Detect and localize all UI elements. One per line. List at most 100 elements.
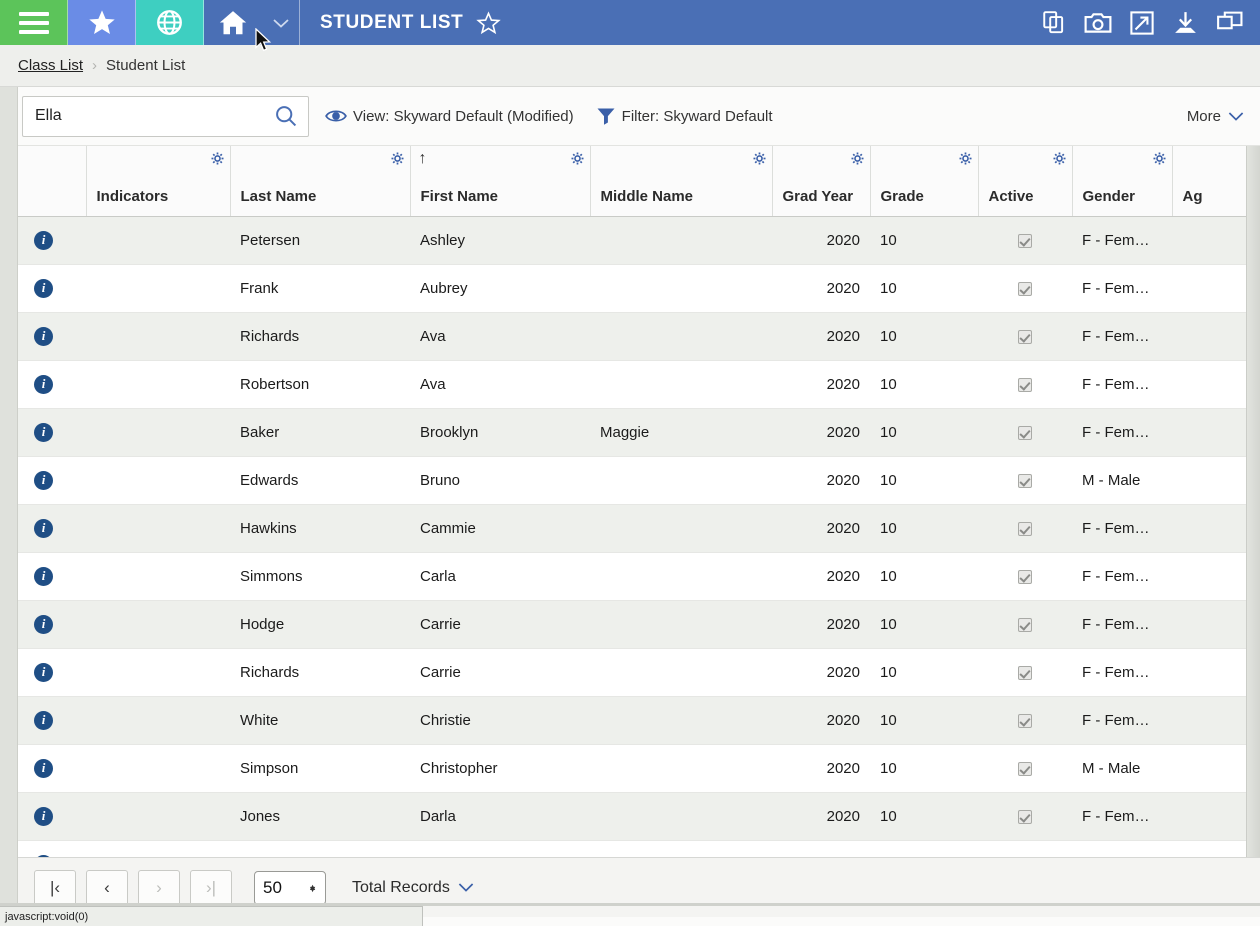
- favorite-star-icon[interactable]: [476, 10, 502, 35]
- active-checkbox[interactable]: [1018, 233, 1032, 248]
- row-info-icon[interactable]: i: [34, 854, 53, 857]
- table-row[interactable]: iSimmonsCarla202010F - Fem…1: [18, 552, 1260, 601]
- column-settings-icon[interactable]: [1152, 152, 1166, 165]
- cell-info[interactable]: i: [18, 408, 86, 457]
- column-header-gradyear[interactable]: Grad Year: [772, 146, 871, 217]
- column-settings-icon[interactable]: [752, 152, 766, 165]
- column-settings-icon[interactable]: [390, 152, 404, 165]
- vertical-scrollbar[interactable]: [1246, 146, 1260, 857]
- duplicate-icon[interactable]: [1041, 10, 1067, 36]
- first-page-button[interactable]: |‹: [34, 869, 76, 906]
- active-checkbox[interactable]: [1018, 377, 1032, 392]
- cell-info[interactable]: i: [18, 792, 86, 841]
- cell-info[interactable]: i: [18, 264, 86, 313]
- previous-page-button[interactable]: ‹: [86, 869, 128, 906]
- active-checkbox[interactable]: [1018, 569, 1032, 584]
- row-info-icon[interactable]: i: [34, 758, 53, 778]
- table-row[interactable]: iSimpsonChristopher202010M - Male1: [18, 744, 1260, 793]
- cell-info[interactable]: i: [18, 552, 86, 601]
- row-info-icon[interactable]: i: [34, 230, 53, 250]
- search-icon[interactable]: [274, 104, 298, 128]
- collapse-icon[interactable]: [1129, 10, 1155, 36]
- page-size-stepper[interactable]: 50 ▲ ▼: [254, 870, 326, 905]
- cell-info[interactable]: i: [18, 840, 86, 857]
- cell-info[interactable]: i: [18, 696, 86, 745]
- home-button[interactable]: [204, 0, 262, 45]
- next-page-button[interactable]: ›: [138, 869, 180, 906]
- table-row[interactable]: iPetersenAshley202010F - Fem…1: [18, 216, 1260, 265]
- total-records-button[interactable]: Total Records: [352, 879, 474, 897]
- cell-info[interactable]: i: [18, 648, 86, 697]
- district-button[interactable]: [136, 0, 204, 45]
- download-icon[interactable]: [1172, 10, 1199, 35]
- cell-info[interactable]: i: [18, 216, 86, 265]
- column-header-first[interactable]: ↑ First Name: [410, 146, 591, 217]
- column-settings-icon[interactable]: [1052, 152, 1066, 165]
- row-info-icon[interactable]: i: [34, 518, 53, 538]
- active-checkbox[interactable]: [1018, 665, 1032, 680]
- last-page-button[interactable]: ›|: [190, 869, 232, 906]
- cell-info[interactable]: i: [18, 456, 86, 505]
- column-header-last[interactable]: Last Name: [230, 146, 411, 217]
- favorites-button[interactable]: [68, 0, 136, 45]
- student-table-container[interactable]: Indicators Last Name ↑ First Name Middle Nam…: [18, 146, 1260, 857]
- menu-button[interactable]: [0, 0, 68, 45]
- row-info-icon[interactable]: i: [34, 710, 53, 730]
- row-info-icon[interactable]: i: [34, 326, 53, 346]
- active-checkbox[interactable]: [1018, 281, 1032, 296]
- cell-info[interactable]: i: [18, 504, 86, 553]
- breadcrumb-class-list[interactable]: Class List: [18, 57, 83, 74]
- active-checkbox[interactable]: [1018, 761, 1032, 776]
- active-checkbox[interactable]: [1018, 425, 1032, 440]
- filter-selector[interactable]: Filter: Skyward Default: [596, 106, 773, 126]
- view-selector[interactable]: View: Skyward Default (Modified): [325, 107, 574, 125]
- home-dropdown-button[interactable]: [262, 0, 300, 45]
- table-row[interactable]: iJonesDarla202010F - Fem…1: [18, 792, 1260, 841]
- table-row[interactable]: iHodgeCarrie202010F - Fem…1: [18, 600, 1260, 649]
- table-row[interactable]: iWhiteDarryl202010F - Fem1: [18, 840, 1260, 857]
- stepper-arrows[interactable]: ▲ ▼: [308, 882, 317, 893]
- column-header-info[interactable]: [18, 146, 87, 217]
- column-header-active[interactable]: Active: [978, 146, 1073, 217]
- column-settings-icon[interactable]: [958, 152, 972, 165]
- column-header-ind[interactable]: Indicators: [86, 146, 231, 217]
- column-settings-icon[interactable]: [570, 152, 584, 165]
- more-menu-button[interactable]: More: [1187, 108, 1244, 125]
- column-header-middle[interactable]: Middle Name: [590, 146, 773, 217]
- row-info-icon[interactable]: i: [34, 374, 53, 394]
- column-header-grade[interactable]: Grade: [870, 146, 979, 217]
- windows-icon[interactable]: [1216, 10, 1244, 35]
- table-row[interactable]: iWhiteChristie202010F - Fem…1: [18, 696, 1260, 745]
- column-header-gender[interactable]: Gender: [1072, 146, 1173, 217]
- table-row[interactable]: iBakerBrooklynMaggie202010F - Fem…1: [18, 408, 1260, 457]
- table-row[interactable]: iRichardsCarrie202010F - Fem…1: [18, 648, 1260, 697]
- table-row[interactable]: iRichardsAva202010F - Fem…1: [18, 312, 1260, 361]
- row-info-icon[interactable]: i: [34, 422, 53, 442]
- active-checkbox[interactable]: [1018, 521, 1032, 536]
- table-row[interactable]: iEdwardsBruno202010M - Male1: [18, 456, 1260, 505]
- row-info-icon[interactable]: i: [34, 806, 53, 826]
- row-info-icon[interactable]: i: [34, 470, 53, 490]
- row-info-icon[interactable]: i: [34, 278, 53, 298]
- cell-info[interactable]: i: [18, 312, 86, 361]
- column-settings-icon[interactable]: [210, 152, 224, 165]
- search-box[interactable]: [22, 95, 309, 137]
- table-header: Indicators Last Name ↑ First Name Middle Nam…: [18, 146, 1260, 217]
- row-info-icon[interactable]: i: [34, 614, 53, 634]
- cell-info[interactable]: i: [18, 744, 86, 793]
- table-row[interactable]: iFrankAubrey202010F - Fem…1: [18, 264, 1260, 313]
- active-checkbox[interactable]: [1018, 473, 1032, 488]
- active-checkbox[interactable]: [1018, 617, 1032, 632]
- active-checkbox[interactable]: [1018, 809, 1032, 824]
- cell-info[interactable]: i: [18, 600, 86, 649]
- search-input[interactable]: [35, 107, 274, 125]
- table-row[interactable]: iRobertsonAva202010F - Fem…1: [18, 360, 1260, 409]
- camera-icon[interactable]: [1084, 10, 1112, 36]
- table-row[interactable]: iHawkinsCammie202010F - Fem…1: [18, 504, 1260, 553]
- cell-info[interactable]: i: [18, 360, 86, 409]
- column-settings-icon[interactable]: [850, 152, 864, 165]
- row-info-icon[interactable]: i: [34, 662, 53, 682]
- row-info-icon[interactable]: i: [34, 566, 53, 586]
- active-checkbox[interactable]: [1018, 329, 1032, 344]
- active-checkbox[interactable]: [1018, 713, 1032, 728]
